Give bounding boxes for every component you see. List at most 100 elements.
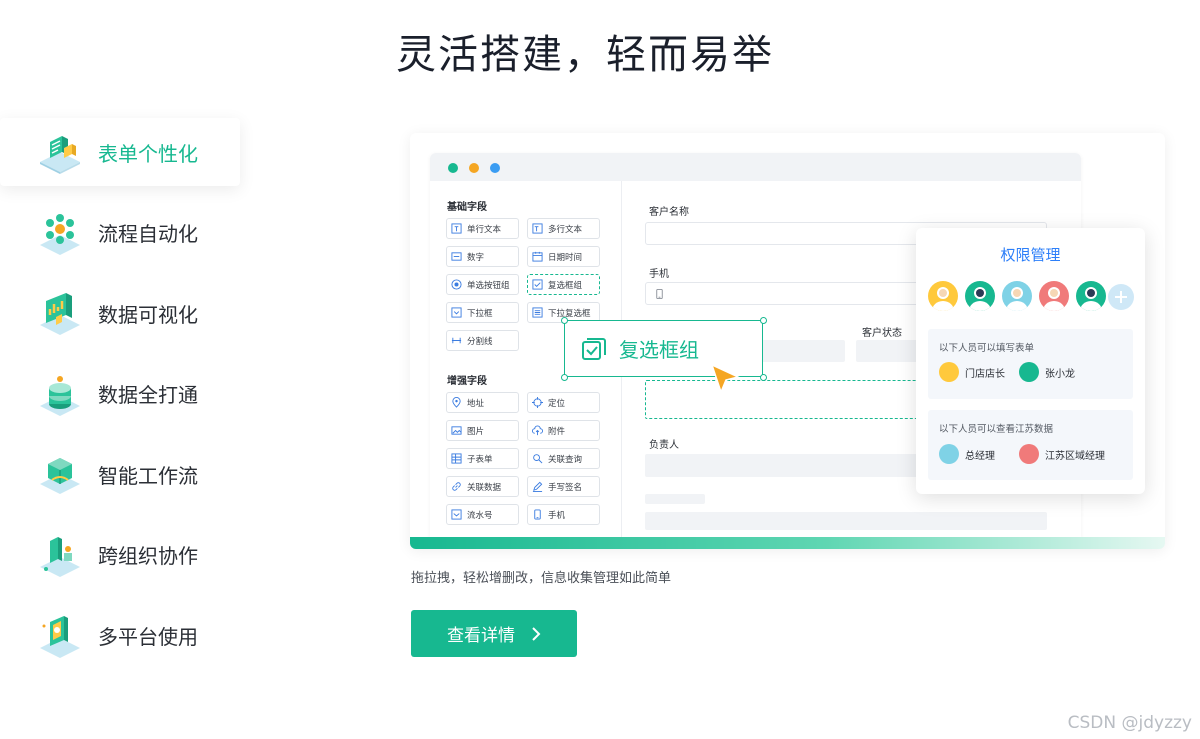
workflow-nodes-icon: [40, 213, 80, 255]
field-chip-label: 下拉复选框: [548, 308, 591, 319]
phone-icon: [656, 288, 663, 300]
fill-permission-title: 以下人员可以填写表单: [939, 343, 1035, 354]
dropdown-icon: [451, 307, 462, 318]
menu-item-label: 数据可视化: [98, 302, 198, 327]
smart-flow-icon: [40, 458, 80, 495]
person-chip[interactable]: 门店店长: [939, 362, 1005, 382]
view-permission-box: 以下人员可以查看江苏数据 总经理 江苏区域经理: [928, 410, 1133, 480]
menu-item-form[interactable]: 表单个性化: [0, 118, 240, 186]
add-member-button[interactable]: [1108, 284, 1134, 310]
field-chip-address[interactable]: 地址: [446, 392, 519, 413]
menu-item-data-connect[interactable]: 数据全打通: [0, 360, 240, 428]
menu-item-visualization[interactable]: 数据可视化: [0, 279, 240, 347]
field-chip-label: 附件: [548, 426, 566, 437]
resize-handle[interactable]: [560, 373, 568, 381]
field-chip-position[interactable]: 定位: [527, 392, 600, 413]
menu-item-label: 数据全打通: [98, 383, 198, 408]
view-details-label: 查看详情: [447, 626, 515, 646]
person-icon: [1006, 287, 1028, 311]
field-chip-image[interactable]: 图片: [446, 420, 519, 441]
field-chip-checkbox-group[interactable]: 复选框组: [527, 274, 600, 295]
text-field-icon: [451, 223, 462, 234]
field-chip-radio-group[interactable]: 单选按钮组: [446, 274, 519, 295]
field-chip-mobile[interactable]: 手机: [527, 504, 600, 525]
checkbox-icon: [582, 337, 606, 360]
collaboration-icon: [40, 536, 80, 577]
person-chip[interactable]: 总经理: [939, 444, 995, 464]
window-dot-orange: [469, 163, 479, 173]
person-name: 门店店长: [965, 368, 1005, 380]
cloud-upload-icon: [532, 425, 543, 436]
plus-icon: [1115, 291, 1127, 303]
menu-item-collaboration[interactable]: 跨组织协作: [0, 521, 240, 589]
menu-item-label: 流程自动化: [98, 222, 198, 247]
resize-handle[interactable]: [759, 316, 767, 324]
person-icon: [1043, 287, 1065, 311]
page-title: 灵活搭建，轻而易举: [396, 32, 774, 78]
window-dot-green: [448, 163, 458, 173]
field-chip-label: 图片: [467, 426, 485, 437]
field-chip-subform[interactable]: 子表单: [446, 448, 519, 469]
avatar: [1019, 362, 1039, 382]
field-chip-divider[interactable]: 分割线: [446, 330, 519, 351]
avatar[interactable]: [1039, 281, 1069, 311]
phone-icon: [534, 509, 541, 520]
view-details-button[interactable]: 查看详情: [411, 610, 577, 657]
drag-item-label: 复选框组: [619, 338, 699, 362]
menu-item-smart-flow[interactable]: 智能工作流: [0, 440, 240, 508]
crosshair-icon: [532, 397, 543, 408]
avatar: [939, 444, 959, 464]
database-stack-icon: [40, 375, 80, 416]
field-chip-datetime[interactable]: 日期时间: [527, 246, 600, 267]
avatar[interactable]: [928, 281, 958, 311]
placeholder-label-bar: [645, 494, 705, 504]
chart-board-icon: [40, 293, 80, 336]
person-icon: [1080, 287, 1102, 311]
basic-fields-title: 基础字段: [447, 202, 487, 213]
permission-title: 权限管理: [1000, 246, 1061, 264]
resize-handle[interactable]: [560, 316, 568, 324]
location-pin-icon: [452, 397, 461, 408]
field-chip-multi-line[interactable]: 多行文本: [527, 218, 600, 239]
customer-status-label: 客户状态: [862, 328, 902, 339]
chevron-right-icon: [532, 626, 541, 641]
avatar[interactable]: [1076, 281, 1106, 311]
list-icon: [532, 307, 543, 318]
field-chip-signature[interactable]: 手写签名: [527, 476, 600, 497]
avatar[interactable]: [1002, 281, 1032, 311]
resize-handle[interactable]: [759, 373, 767, 381]
field-chip-label: 复选框组: [548, 280, 583, 291]
field-chip-dropdown[interactable]: 下拉框: [446, 302, 519, 323]
person-chip[interactable]: 江苏区域经理: [1019, 444, 1105, 464]
feature-menu: 表单个性化 流程自动化 数据可视化 数据全打通 智能工作流 跨组织协作 多平台使…: [0, 118, 240, 682]
field-chip-label: 数字: [467, 252, 485, 263]
customer-name-label: 客户名称: [649, 207, 689, 218]
field-chip-attachment[interactable]: 附件: [527, 420, 600, 441]
menu-item-label: 多平台使用: [98, 625, 198, 650]
field-chip-single-line[interactable]: 单行文本: [446, 218, 519, 239]
field-chip-label: 地址: [467, 398, 485, 409]
pen-icon: [532, 481, 543, 492]
person-name: 总经理: [965, 450, 995, 462]
textarea-icon: [532, 223, 543, 234]
field-chip-related-data[interactable]: 关联数据: [446, 476, 519, 497]
menu-item-workflow[interactable]: 流程自动化: [0, 199, 240, 267]
link-search-icon: [533, 454, 543, 464]
field-chip-related-query[interactable]: 关联查询: [527, 448, 600, 469]
person-name: 江苏区域经理: [1045, 450, 1105, 462]
fill-permission-box: 以下人员可以填写表单 门店店长 张小龙: [928, 329, 1133, 399]
field-chip-label: 单选按钮组: [467, 280, 510, 291]
field-chip-label: 日期时间: [548, 252, 583, 263]
person-chip[interactable]: 张小龙: [1019, 362, 1075, 382]
field-chip-number[interactable]: 数字: [446, 246, 519, 267]
menu-item-label: 跨组织协作: [98, 544, 198, 569]
field-chip-serial-number[interactable]: 流水号: [446, 504, 519, 525]
avatar: [1019, 444, 1039, 464]
menu-item-multi-platform[interactable]: 多平台使用: [0, 602, 240, 670]
person-icon: [969, 287, 991, 311]
serial-icon: [451, 509, 462, 520]
avatar[interactable]: [965, 281, 995, 311]
link-icon: [452, 482, 461, 491]
cursor-pointer-icon: [710, 363, 741, 395]
checkbox-icon: [532, 279, 543, 290]
